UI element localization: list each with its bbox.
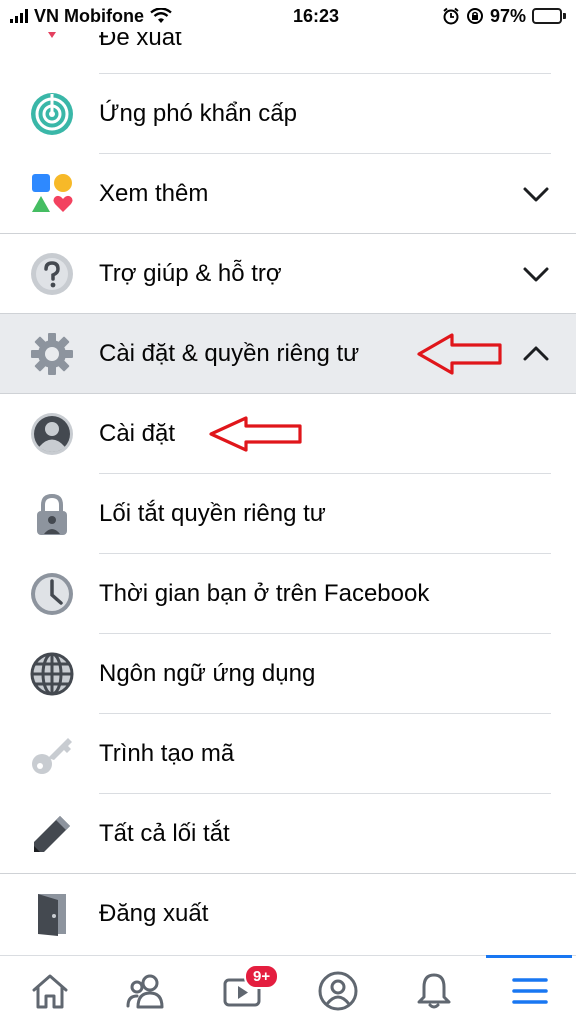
emergency-response-icon: [30, 92, 74, 136]
menu-item-logout[interactable]: Đăng xuất: [0, 874, 576, 954]
menu-item-time-on-facebook[interactable]: Thời gian bạn ở trên Facebook: [0, 554, 576, 634]
menu-item-label: Trình tạo mã: [99, 740, 235, 767]
clock-icon: [30, 572, 74, 616]
pencil-icon: [30, 812, 74, 856]
carrier-name: VN Mobifone: [34, 5, 144, 26]
menu-item-help-support[interactable]: Trợ giúp & hỗ trợ: [0, 234, 576, 314]
chevron-up-icon[interactable]: [522, 340, 550, 368]
home-icon: [32, 974, 68, 1008]
menu-item-label: Cài đặt: [99, 420, 176, 447]
menu-item-all-shortcuts[interactable]: Tất cả lối tắt: [0, 794, 576, 874]
rotation-lock-icon: [466, 8, 483, 24]
settings-menu: Đề xuất Ứng phó khẩn cấp Xem thêm Trợ gi…: [0, 32, 576, 954]
status-bar: VN Mobifone 16:23 97%: [0, 0, 576, 32]
wifi-icon: [150, 8, 172, 23]
annotation-arrow-icon: [417, 333, 502, 375]
battery-icon: [532, 8, 566, 24]
menu-item-label: Thời gian bạn ở trên Facebook: [99, 580, 430, 607]
menu-item-label: Ứng phó khẩn cấp: [99, 100, 297, 127]
menu-item-emergency-response[interactable]: Ứng phó khẩn cấp: [0, 74, 576, 154]
menu-item-app-language[interactable]: Ngôn ngữ ứng dụng: [0, 634, 576, 714]
battery-percent: 97%: [489, 5, 526, 26]
lock-icon: [30, 492, 74, 536]
profile-icon: [318, 971, 358, 1010]
key-icon: [30, 732, 74, 776]
menu-item-settings-privacy[interactable]: Cài đặt & quyền riêng tư: [0, 314, 576, 394]
bell-icon: [417, 973, 451, 1008]
menu-item-code-generator[interactable]: Trình tạo mã: [0, 714, 576, 794]
menu-item-label: Ngôn ngữ ứng dụng: [99, 660, 316, 687]
chevron-down-icon: [523, 187, 549, 202]
menu-item-see-more[interactable]: Xem thêm: [0, 154, 576, 234]
menu-item-settings[interactable]: Cài đặt: [0, 394, 576, 474]
gear-icon: [30, 332, 74, 376]
tab-notifications[interactable]: [386, 956, 482, 1024]
menu-item-label: Đăng xuất: [99, 900, 209, 927]
menu-item-label: Lối tắt quyền riêng tư: [99, 500, 326, 527]
help-question-icon: [30, 252, 74, 296]
tab-friends[interactable]: [98, 956, 194, 1024]
menu-item-suggestions[interactable]: Đề xuất: [0, 32, 576, 74]
tab-menu[interactable]: [482, 956, 576, 1024]
notification-badge: 9+: [244, 964, 280, 989]
menu-item-label: Xem thêm: [99, 180, 209, 207]
tab-watch[interactable]: 9+: [194, 956, 290, 1024]
hamburger-menu-icon: [512, 977, 548, 1004]
friends-icon: [126, 974, 164, 1008]
bottom-tab-bar: 9+: [0, 955, 576, 1024]
chevron-down-icon: [523, 267, 549, 282]
door-icon: [30, 892, 74, 936]
suggestions-icon: [30, 32, 74, 42]
menu-item-label: Tất cả lối tắt: [99, 820, 230, 847]
menu-item-label: Cài đặt & quyền riêng tư: [99, 340, 360, 367]
menu-item-privacy-shortcuts[interactable]: Lối tắt quyền riêng tư: [0, 474, 576, 554]
see-more-shapes-icon: [30, 172, 74, 216]
annotation-arrow-icon: [209, 416, 302, 452]
cellular-signal-icon: [10, 9, 28, 23]
profile-avatar-icon: [30, 412, 74, 456]
tab-profile[interactable]: [290, 956, 386, 1024]
menu-item-label: Đề xuất: [99, 32, 182, 51]
clock: 16:23: [292, 5, 339, 26]
alarm-icon: [443, 7, 459, 25]
menu-item-label: Trợ giúp & hỗ trợ: [99, 260, 282, 287]
globe-icon: [30, 652, 74, 696]
tab-home[interactable]: [2, 956, 98, 1024]
